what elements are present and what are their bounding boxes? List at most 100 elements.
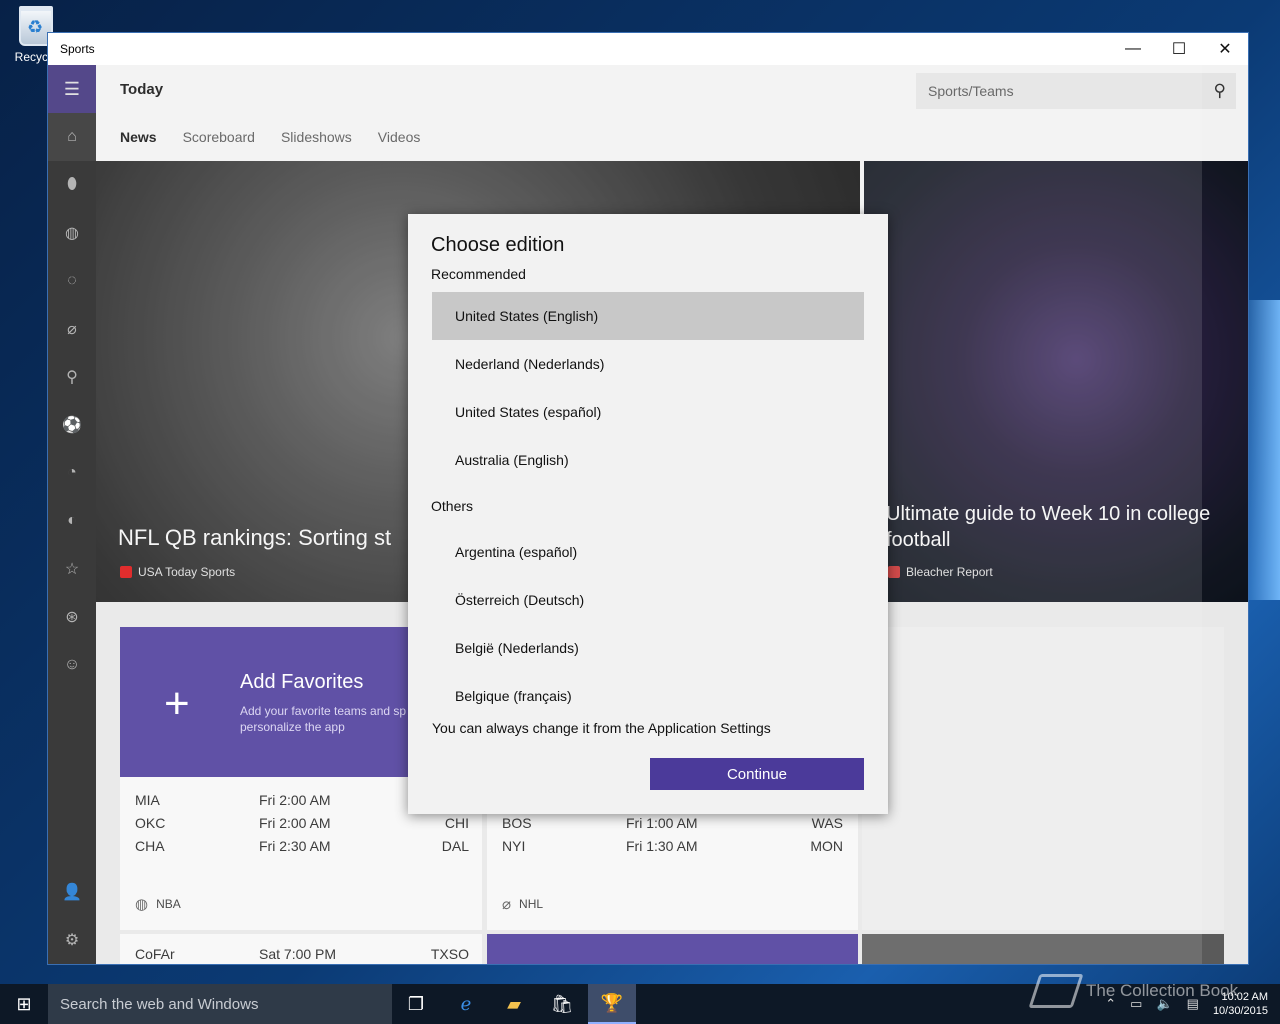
edition-option[interactable]: Belgique (français) bbox=[432, 672, 864, 720]
team-away: CHI bbox=[444, 815, 469, 831]
hero-right-headline[interactable]: Ultimate guide to Week 10 in college foo… bbox=[886, 501, 1236, 553]
tab-scoreboard[interactable]: Scoreboard bbox=[183, 129, 255, 145]
choose-edition-dialog: Choose edition Recommended United States… bbox=[408, 214, 888, 814]
game-time: Fri 1:00 AM bbox=[626, 815, 698, 831]
team-away: MON bbox=[810, 838, 843, 854]
basketball-icon: ◍ bbox=[135, 896, 149, 913]
score-row: OKC Fri 2:00 AM CHI bbox=[135, 815, 469, 831]
edition-option[interactable]: Australia (English) bbox=[432, 436, 864, 484]
sidebar: ☰ ⌂ ⬮ ◍ ◌ ⌀ ⚲ ⚽ ◔ ◐ ☆ ⊛ ☺ 👤 ⚙ bbox=[48, 65, 96, 964]
tab-slideshows[interactable]: Slideshows bbox=[281, 129, 352, 145]
hero-left-source: USA Today Sports bbox=[120, 565, 235, 579]
file-explorer-icon[interactable]: ▰ bbox=[490, 984, 538, 1024]
photo-tile[interactable] bbox=[862, 934, 1224, 964]
home-icon[interactable]: ⌂ bbox=[48, 113, 96, 161]
source-logo-icon bbox=[888, 566, 900, 578]
hero-right-image[interactable]: Ultimate guide to Week 10 in college foo… bbox=[864, 161, 1248, 602]
search-placeholder: Sports/Teams bbox=[928, 83, 1014, 99]
score-row: MIA Fri 2:00 AM bbox=[135, 792, 429, 808]
tab-news[interactable]: News bbox=[120, 129, 157, 145]
search-box[interactable]: Sports/Teams ⚲ bbox=[916, 73, 1236, 109]
hero-left-headline[interactable]: NFL QB rankings: Sorting st bbox=[118, 525, 391, 551]
game-time: Sat 7:00 PM bbox=[259, 946, 337, 962]
continue-button[interactable]: Continue bbox=[650, 758, 864, 790]
sports-app-taskbar-icon[interactable]: 🏆 bbox=[588, 984, 636, 1024]
team-home: OKC bbox=[135, 815, 166, 831]
game-time: Fri 2:00 AM bbox=[259, 792, 331, 808]
edition-option[interactable]: België (Nederlands) bbox=[432, 624, 864, 672]
next-score-card[interactable]: CoFAr Sat 7:00 PM TXSO bbox=[120, 934, 482, 964]
plus-icon: + bbox=[164, 679, 190, 728]
team-away: TXSO bbox=[430, 946, 469, 962]
watermark-text: The Collection Book bbox=[1086, 981, 1239, 1000]
game-time: Fri 2:30 AM bbox=[259, 838, 331, 854]
close-button[interactable]: ✕ bbox=[1202, 33, 1248, 65]
score-row: NYI Fri 1:30 AM MON bbox=[502, 838, 843, 854]
book-logo-icon bbox=[1028, 974, 1084, 1008]
football-icon[interactable]: ⬮ bbox=[48, 161, 96, 209]
window-title: Sports bbox=[60, 42, 95, 56]
account-icon[interactable]: 👤 bbox=[48, 868, 96, 916]
team-home: CHA bbox=[135, 838, 165, 854]
hamburger-menu-icon[interactable]: ☰ bbox=[48, 65, 96, 113]
hero-right-source: Bleacher Report bbox=[888, 565, 993, 579]
golf-icon[interactable]: ⚲ bbox=[48, 353, 96, 401]
tennis-icon[interactable]: ◐ bbox=[48, 497, 96, 545]
team-home: MIA bbox=[135, 792, 160, 808]
baseball-icon[interactable]: ◌ bbox=[48, 257, 96, 305]
promo-tile[interactable] bbox=[487, 934, 858, 964]
others-heading: Others bbox=[431, 498, 474, 514]
page-title: Today bbox=[120, 80, 164, 98]
team-away: WAS bbox=[811, 815, 843, 831]
source-logo-icon bbox=[120, 566, 132, 578]
edition-option[interactable]: Österreich (Deutsch) bbox=[432, 576, 864, 624]
game-time: Fri 1:30 AM bbox=[626, 838, 698, 854]
score-row: CHA Fri 2:30 AM DAL bbox=[135, 838, 469, 854]
sidebar-bottom: 👤 ⚙ bbox=[48, 868, 96, 964]
team-home: NYI bbox=[502, 838, 526, 854]
soccer-icon[interactable]: ⚽ bbox=[48, 401, 96, 449]
league-name: NHL bbox=[519, 897, 544, 911]
recommended-heading: Recommended bbox=[431, 266, 526, 282]
edge-browser-icon[interactable]: ℯ bbox=[442, 984, 490, 1024]
watermark: The Collection Book bbox=[1028, 974, 1239, 1008]
edition-option[interactable]: Nederland (Nederlands) bbox=[432, 340, 864, 388]
team-away: DAL bbox=[441, 838, 469, 854]
taskbar-search-placeholder: Search the web and Windows bbox=[60, 995, 259, 1013]
task-view-icon[interactable]: ❐ bbox=[392, 984, 440, 1024]
edition-option[interactable]: United States (English) bbox=[432, 292, 864, 340]
hero-left-source-label: USA Today Sports bbox=[138, 565, 236, 579]
minimize-button[interactable]: — bbox=[1110, 33, 1156, 65]
window-controls: — ☐ ✕ bbox=[1110, 33, 1248, 65]
score-row: BOS Fri 1:00 AM WAS bbox=[502, 815, 843, 831]
league-label: ◍ NBA bbox=[135, 895, 181, 913]
start-windows-icon[interactable]: ⊞ bbox=[0, 984, 48, 1024]
score-row: CoFAr Sat 7:00 PM TXSO bbox=[135, 946, 469, 962]
team-home: CoFAr bbox=[135, 946, 175, 962]
maximize-button[interactable]: ☐ bbox=[1156, 33, 1202, 65]
search-icon[interactable]: ⚲ bbox=[1214, 81, 1226, 101]
title-bar[interactable]: Sports — ☐ ✕ bbox=[48, 33, 1248, 65]
hockey-icon[interactable]: ⌀ bbox=[48, 305, 96, 353]
add-favorites-title: Add Favorites bbox=[240, 671, 364, 693]
taskbar-search-box[interactable]: Search the web and Windows bbox=[48, 984, 392, 1024]
settings-gear-icon[interactable]: ⚙ bbox=[48, 916, 96, 964]
settings-note: You can always change it from the Applic… bbox=[432, 720, 771, 736]
game-time: Fri 2:00 AM bbox=[259, 815, 331, 831]
team-home: BOS bbox=[502, 815, 532, 831]
hero-right-source-label: Bleacher Report bbox=[906, 565, 993, 579]
store-icon[interactable]: 🛍 bbox=[538, 984, 586, 1024]
favorites-star-icon[interactable]: ☆ bbox=[48, 545, 96, 593]
edition-option[interactable]: Argentina (español) bbox=[432, 528, 864, 576]
tab-bar: News Scoreboard Slideshows Videos bbox=[96, 113, 1248, 161]
top-bar: Today Sports/Teams ⚲ bbox=[96, 65, 1248, 113]
fantasy-smiley-icon[interactable]: ☺ bbox=[48, 641, 96, 689]
league-label: ⌀ NHL bbox=[502, 895, 543, 913]
placeholder-tile bbox=[862, 627, 1224, 930]
more-sports-icon[interactable]: ⊛ bbox=[48, 593, 96, 641]
racing-icon[interactable]: ◔ bbox=[48, 449, 96, 497]
edition-option[interactable]: United States (español) bbox=[432, 388, 864, 436]
tab-videos[interactable]: Videos bbox=[378, 129, 421, 145]
basketball-icon[interactable]: ◍ bbox=[48, 209, 96, 257]
hockey-icon: ⌀ bbox=[502, 896, 512, 913]
